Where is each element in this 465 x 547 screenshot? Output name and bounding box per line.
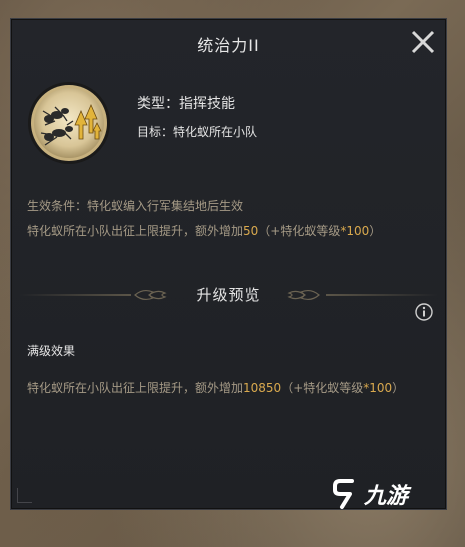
ant-command-skill-icon bbox=[28, 82, 110, 164]
effect-formula-open: （+特化蚁等级 bbox=[258, 224, 341, 238]
nine-game-logo-icon bbox=[333, 479, 354, 509]
corner-ornament bbox=[17, 488, 32, 503]
max-effect-formula-mult: *100 bbox=[363, 381, 393, 395]
max-effect-prefix: 特化蚁所在小队出征上限提升，额外增加 bbox=[27, 381, 244, 395]
skill-target: 目标：特化蚁所在小队 bbox=[137, 125, 258, 139]
info-icon[interactable] bbox=[415, 303, 433, 321]
dialog-header: 统治力II bbox=[11, 19, 446, 69]
effect-formula-close: ） bbox=[369, 224, 382, 238]
site-watermark: 九游 bbox=[332, 478, 408, 510]
effect-prefix: 特化蚁所在小队出征上限提升，额外增加 bbox=[27, 224, 244, 238]
effect-formula-mult: *100 bbox=[340, 224, 370, 238]
max-level-effect: 特化蚁所在小队出征上限提升，额外增加10850（+特化蚁等级*100） bbox=[27, 379, 404, 396]
close-button[interactable] bbox=[408, 27, 438, 57]
effect-value: 50 bbox=[243, 224, 259, 238]
close-icon bbox=[411, 30, 435, 54]
divider-right bbox=[326, 294, 438, 296]
leaf-ornament-icon bbox=[287, 289, 320, 301]
skill-condition: 生效条件：特化蚁编入行军集结地后生效 bbox=[27, 199, 244, 213]
max-level-label: 满级效果 bbox=[27, 344, 76, 358]
max-effect-formula-close: ） bbox=[392, 381, 405, 395]
skill-detail-dialog: 统治力II 类型：指挥技能 目标：特化蚁所在小队 生效条件：特化蚁编入行军集结地… bbox=[10, 18, 447, 510]
max-effect-formula-open: （+特化蚁等级 bbox=[281, 381, 364, 395]
max-effect-value: 10850 bbox=[243, 381, 282, 395]
skill-effect: 特化蚁所在小队出征上限提升，额外增加50（+特化蚁等级*100） bbox=[27, 222, 381, 239]
dialog-title: 统治力II bbox=[197, 36, 260, 55]
upgrade-preview-header: 升级预览 bbox=[11, 284, 446, 306]
watermark-text: 九游 bbox=[364, 484, 409, 509]
skill-type: 类型：指挥技能 bbox=[137, 96, 235, 112]
